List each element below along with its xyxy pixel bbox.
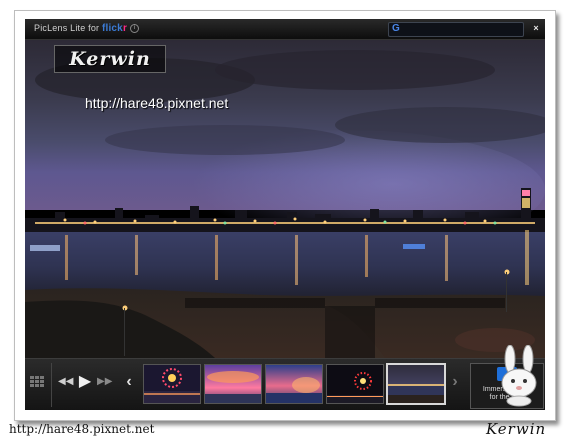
thumbnail[interactable]: [265, 364, 323, 404]
grid-view-icon[interactable]: [30, 376, 44, 387]
close-button[interactable]: ×: [530, 22, 542, 35]
footer-signature: Kerwin: [486, 420, 547, 438]
piclens-viewer: PicLens Lite for flickr i G × Kerwin htt…: [25, 19, 545, 410]
app-title: PicLens Lite for flickr i: [34, 23, 140, 34]
night-river-photo: [25, 40, 545, 358]
fast-forward-icon[interactable]: ▶▶: [97, 372, 112, 392]
footer-url[interactable]: http://hare48.pixnet.net: [9, 422, 154, 436]
watermark-url: http://hare48.pixnet.net: [85, 95, 229, 111]
app-title-prefix: PicLens Lite for: [34, 23, 102, 33]
thumbnail[interactable]: [326, 364, 384, 404]
previous-icon[interactable]: ‹: [123, 372, 135, 392]
flickr-logo: flickr: [101, 23, 128, 34]
info-icon[interactable]: i: [130, 24, 140, 34]
thumbnail[interactable]: [143, 364, 201, 404]
google-icon: G: [392, 23, 400, 34]
divider: [51, 363, 52, 407]
rewind-icon[interactable]: ◀◀: [58, 372, 73, 392]
play-icon[interactable]: ▶: [76, 372, 94, 392]
title-bar: PicLens Lite for flickr i G ×: [25, 19, 545, 40]
next-icon[interactable]: ›: [449, 372, 461, 392]
rabbit-mascot-icon: [501, 345, 537, 407]
kerwin-logo: Kerwin: [54, 45, 166, 73]
thumbnail-selected[interactable]: [386, 363, 446, 405]
search-input[interactable]: G: [388, 22, 524, 37]
main-photo: Kerwin http://hare48.pixnet.net: [25, 40, 545, 358]
filmstrip-bar: ◀◀ ▶ ▶▶ ‹ › Immersive for the web: [25, 358, 545, 410]
thumbnail[interactable]: [204, 364, 262, 404]
